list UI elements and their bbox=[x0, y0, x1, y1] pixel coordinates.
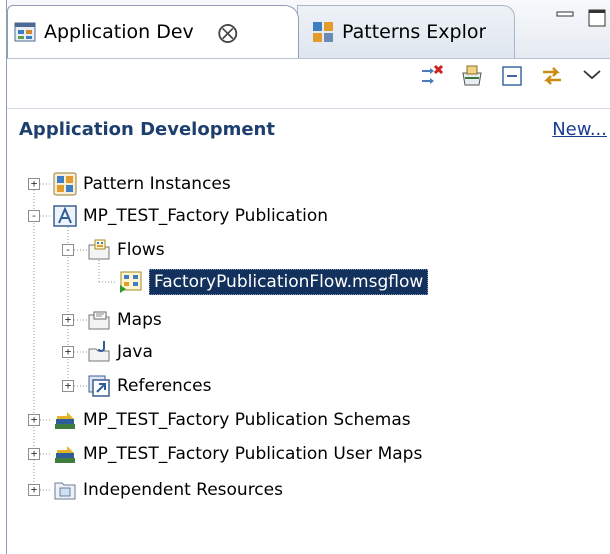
expand-toggle-pattern-instances[interactable]: + bbox=[28, 178, 40, 190]
window-controls bbox=[555, 8, 607, 28]
tree-item-schemas-library[interactable]: MP_TEST_Factory Publication Schemas bbox=[53, 404, 411, 436]
expand-toggle-maps[interactable]: + bbox=[62, 314, 74, 326]
java-folder-icon bbox=[88, 341, 110, 362]
tree-item-user-maps-library[interactable]: MP_TEST_Factory Publication User Maps bbox=[53, 438, 422, 470]
expand-toggle-schemas[interactable]: + bbox=[28, 414, 40, 426]
expand-toggle-references[interactable]: + bbox=[62, 380, 74, 392]
pattern-instances-icon bbox=[53, 172, 77, 196]
close-icon[interactable]: ⨂ bbox=[218, 22, 238, 42]
tab-patterns-explorer[interactable]: Patterns Explor bbox=[297, 5, 515, 58]
maps-folder-icon bbox=[88, 311, 110, 330]
view-menu-icon[interactable] bbox=[579, 63, 605, 89]
application-dev-icon bbox=[14, 22, 36, 42]
tree-item-label: FactoryPublicationFlow.msgflow bbox=[149, 269, 429, 295]
tree-item-label: Maps bbox=[117, 310, 162, 330]
tree-item-label: Java bbox=[117, 342, 153, 362]
tree-item-label: Flows bbox=[117, 240, 165, 260]
tree-item-application[interactable]: MP_TEST_Factory Publication bbox=[53, 200, 328, 232]
tree-item-msgflow[interactable]: FactoryPublicationFlow.msgflow bbox=[119, 266, 429, 298]
tree-item-label: Independent Resources bbox=[83, 480, 283, 500]
independent-resources-icon bbox=[54, 482, 76, 500]
minimize-icon[interactable] bbox=[555, 8, 575, 28]
view-tab-bar: Application Dev ⨂ Patterns Explor bbox=[7, 0, 610, 59]
tree-item-flows[interactable]: Flows bbox=[87, 234, 165, 266]
new-link[interactable]: New... bbox=[552, 119, 607, 140]
tree-item-label: MP_TEST_Factory Publication bbox=[83, 206, 329, 226]
patterns-explorer-icon bbox=[313, 22, 333, 42]
collapse-all-icon[interactable] bbox=[499, 63, 525, 89]
message-flow-icon bbox=[120, 271, 142, 293]
tree-item-references[interactable]: References bbox=[87, 370, 211, 402]
section-header: Application Development New... bbox=[7, 108, 610, 144]
application-icon bbox=[53, 205, 77, 227]
collapse-toggle-application[interactable]: - bbox=[28, 210, 40, 222]
library-icon bbox=[55, 446, 75, 463]
tab-application-dev[interactable]: Application Dev ⨂ bbox=[7, 5, 299, 58]
workspace-icon[interactable] bbox=[459, 63, 485, 89]
expand-toggle-user-maps[interactable]: + bbox=[28, 448, 40, 460]
expand-toggle-independent-resources[interactable]: + bbox=[28, 484, 40, 496]
expand-toggle-java[interactable]: + bbox=[62, 346, 74, 358]
link-with-editor-icon[interactable] bbox=[539, 63, 565, 89]
tree-item-label: MP_TEST_Factory Publication User Maps bbox=[83, 444, 423, 464]
tree-item-maps[interactable]: Maps bbox=[87, 304, 162, 336]
project-tree: + Pattern Instances - MP_TEST_Factory Pu… bbox=[7, 160, 610, 554]
section-title: Application Development bbox=[19, 119, 275, 140]
tree-item-label: MP_TEST_Factory Publication Schemas bbox=[83, 410, 411, 430]
tree-item-java[interactable]: Java bbox=[87, 336, 153, 368]
tree-item-label: References bbox=[117, 376, 212, 396]
tab-label: Patterns Explor bbox=[342, 21, 487, 43]
flows-folder-icon bbox=[88, 239, 110, 260]
collapse-toggle-flows[interactable]: - bbox=[62, 244, 74, 256]
application-development-view: Application Dev ⨂ Patterns Explor Applic… bbox=[6, 0, 610, 554]
tab-label: Application Dev bbox=[44, 21, 194, 43]
filter-icon[interactable] bbox=[419, 63, 445, 89]
tree-item-independent-resources[interactable]: Independent Resources bbox=[53, 474, 283, 506]
library-icon bbox=[55, 412, 75, 429]
maximize-icon[interactable] bbox=[587, 8, 607, 28]
tree-item-pattern-instances[interactable]: Pattern Instances bbox=[53, 168, 231, 200]
tree-item-label: Pattern Instances bbox=[83, 174, 231, 194]
view-toolbar bbox=[7, 59, 610, 99]
references-icon bbox=[88, 375, 110, 397]
